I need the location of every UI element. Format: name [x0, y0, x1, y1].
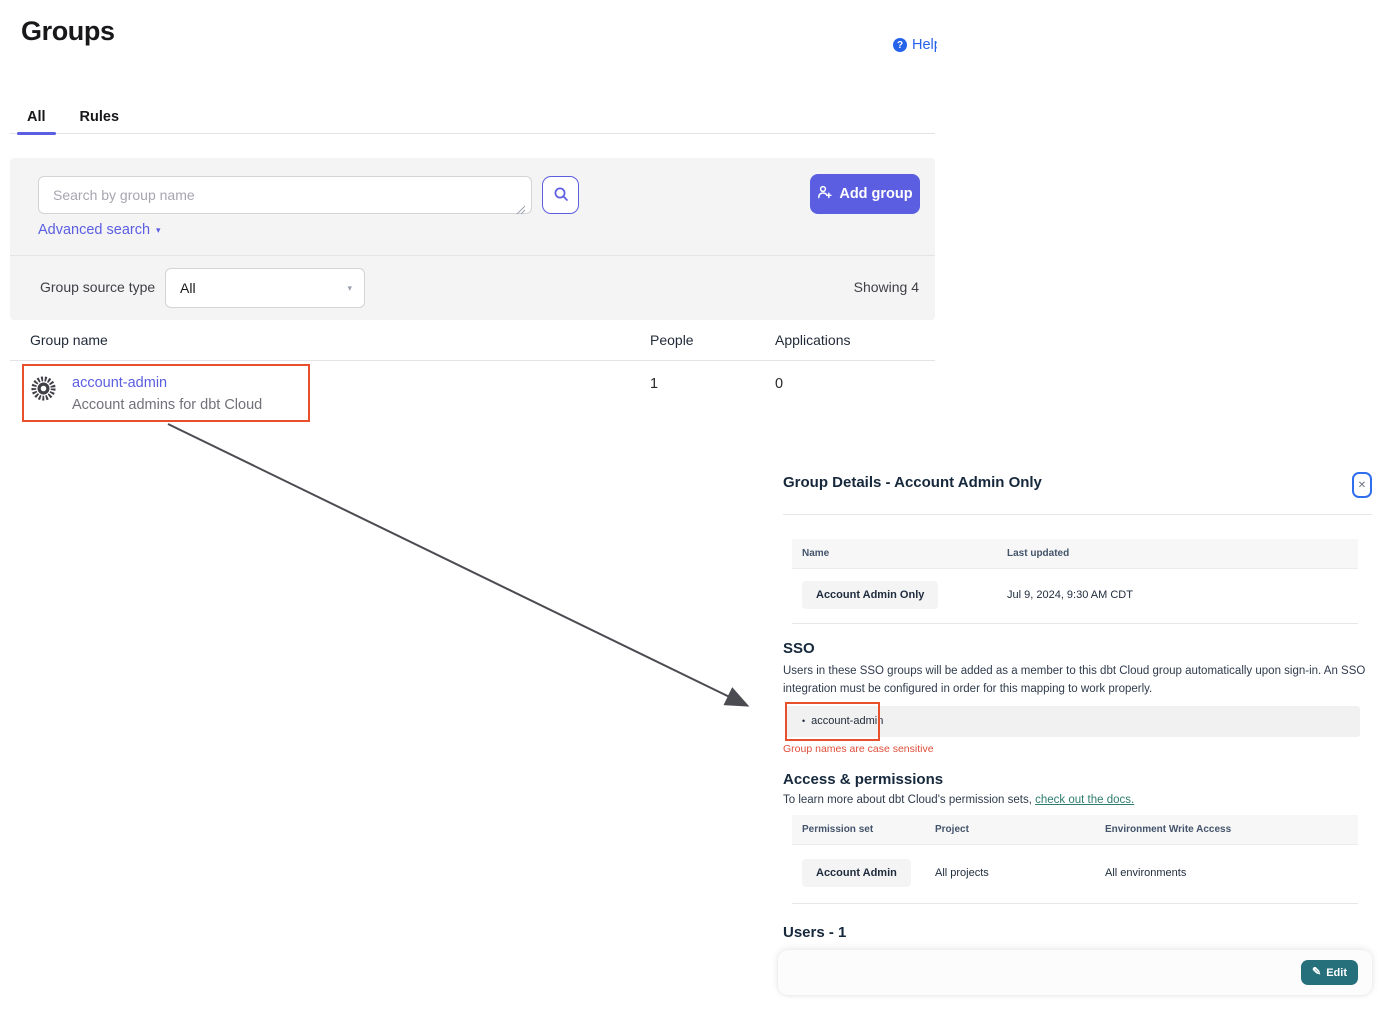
question-circle-icon: ?: [893, 38, 907, 52]
search-input[interactable]: [38, 176, 532, 214]
search-icon: [553, 186, 569, 205]
group-texts: account-admin Account admins for dbt Clo…: [72, 375, 262, 413]
groups-table: Group name People Applications account-a…: [10, 320, 935, 429]
users-heading: Users - 1: [783, 924, 1372, 941]
col-people: People: [650, 332, 775, 348]
tab-bar: All Rules: [10, 100, 935, 134]
info-table-header: Name Last updated: [792, 539, 1358, 569]
permissions-table-row: Account Admin All projects All environme…: [792, 845, 1358, 904]
docs-line: To learn more about dbt Cloud's permissi…: [783, 794, 1372, 806]
last-updated-value: Jul 9, 2024, 9:30 AM CDT: [1007, 589, 1358, 601]
details-footer-bar: ✎ Edit: [778, 950, 1372, 995]
showing-count: Showing 4: [854, 279, 919, 295]
col-applications: Applications: [775, 332, 935, 348]
group-name-link[interactable]: account-admin: [72, 375, 262, 391]
bullet-icon: •: [802, 716, 805, 726]
group-source-type-label: Group source type: [40, 279, 155, 295]
case-sensitive-warning: Group names are case sensitive: [783, 743, 1372, 755]
tab-all[interactable]: All: [10, 100, 63, 133]
advanced-search-label: Advanced search: [38, 222, 150, 238]
col-project: Project: [935, 824, 1105, 835]
add-user-icon: [817, 185, 832, 203]
sso-group-row-wrap: • account-admin: [785, 706, 1372, 737]
close-button[interactable]: ✕: [1352, 472, 1372, 498]
permission-set-chip: Account Admin: [802, 859, 911, 887]
dbt-group-icon: [30, 375, 57, 413]
permissions-table: Permission set Project Environment Write…: [792, 815, 1358, 904]
selected-source-type: All: [180, 280, 196, 296]
resize-grip-icon[interactable]: [516, 202, 526, 220]
pencil-icon: ✎: [1312, 967, 1321, 978]
col-last-updated: Last updated: [1007, 548, 1358, 559]
edit-button[interactable]: ✎ Edit: [1301, 960, 1358, 985]
applications-count: 0: [775, 375, 935, 413]
table-row[interactable]: account-admin Account admins for dbt Clo…: [10, 361, 935, 429]
edit-label: Edit: [1326, 967, 1347, 979]
group-source-type-select[interactable]: All ▾: [165, 268, 365, 308]
groups-admin-page: Groups ? Help All Rules Add group Advanc…: [0, 0, 1386, 1009]
page-title: Groups: [21, 16, 115, 47]
caret-down-icon: ▾: [347, 283, 352, 294]
details-header: Group Details - Account Admin Only ✕: [783, 462, 1372, 515]
help-label: Help: [912, 37, 937, 53]
col-group-name: Group name: [30, 332, 650, 348]
project-value: All projects: [935, 867, 1105, 879]
sso-group-row: • account-admin: [785, 706, 1360, 737]
sso-description: Users in these SSO groups will be added …: [783, 663, 1372, 699]
search-button[interactable]: [542, 176, 579, 214]
people-count: 1: [650, 375, 775, 413]
tab-rules[interactable]: Rules: [63, 100, 137, 133]
caret-down-icon: ▾: [156, 226, 161, 235]
permissions-table-header: Permission set Project Environment Write…: [792, 815, 1358, 845]
group-description: Account admins for dbt Cloud: [72, 397, 262, 413]
docs-link[interactable]: check out the docs.: [1035, 794, 1134, 806]
add-group-label: Add group: [839, 186, 912, 202]
details-title: Group Details - Account Admin Only: [783, 474, 1042, 491]
env-write-access-value: All environments: [1105, 867, 1358, 879]
col-env-write-access: Environment Write Access: [1105, 824, 1358, 835]
group-details-panel: Group Details - Account Admin Only ✕ Nam…: [783, 462, 1372, 941]
filter-panel: Add group Advanced search ▾ Group source…: [10, 158, 935, 320]
group-name-chip: Account Admin Only: [802, 581, 938, 609]
access-permissions-heading: Access & permissions: [783, 771, 1372, 788]
groups-table-header: Group name People Applications: [10, 320, 935, 361]
advanced-search-toggle[interactable]: Advanced search ▾: [38, 222, 161, 238]
col-name: Name: [802, 548, 1007, 559]
group-info-table: Name Last updated Account Admin Only Jul…: [792, 539, 1358, 624]
sso-heading: SSO: [783, 640, 1372, 657]
docs-prefix: To learn more about dbt Cloud's permissi…: [783, 794, 1035, 806]
sso-group-name: account-admin: [811, 715, 883, 727]
info-table-row: Account Admin Only Jul 9, 2024, 9:30 AM …: [792, 569, 1358, 624]
close-icon: ✕: [1358, 480, 1366, 491]
col-permission-set: Permission set: [802, 824, 935, 835]
filter-divider: [10, 255, 935, 256]
add-group-button[interactable]: Add group: [810, 174, 920, 214]
group-name-cell: account-admin Account admins for dbt Clo…: [30, 375, 650, 413]
help-link[interactable]: ? Help: [893, 37, 937, 53]
